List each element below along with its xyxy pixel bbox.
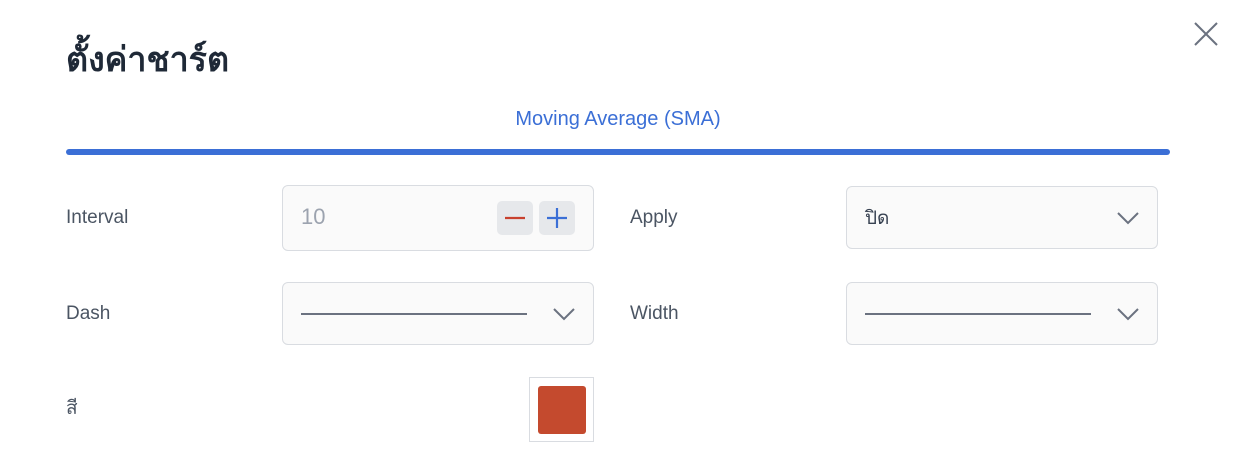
apply-selected-value: ปิด: [865, 207, 890, 229]
tab-moving-average[interactable]: Moving Average (SMA): [66, 105, 1170, 133]
dash-line-preview: [301, 313, 527, 315]
color-label: สี: [66, 398, 78, 419]
dash-label: Dash: [66, 303, 111, 324]
interval-value[interactable]: 10: [301, 203, 325, 231]
width-line-preview: [865, 313, 1091, 315]
tab-active-indicator: [66, 149, 1170, 155]
chevron-down-icon: [1117, 211, 1139, 224]
plus-icon: [547, 208, 567, 228]
increment-button[interactable]: [539, 201, 575, 235]
chevron-down-icon: [1117, 307, 1139, 320]
minus-icon: [505, 216, 525, 220]
color-swatch: [538, 386, 586, 434]
width-select[interactable]: [846, 282, 1158, 345]
color-picker-button[interactable]: [529, 377, 594, 442]
interval-stepper[interactable]: 10: [282, 185, 594, 251]
close-button[interactable]: [1189, 17, 1223, 51]
decrement-button[interactable]: [497, 201, 533, 235]
apply-label: Apply: [630, 207, 678, 228]
apply-select[interactable]: ปิด: [846, 186, 1158, 249]
width-label: Width: [630, 303, 679, 324]
dialog-title: ตั้งค่าชาร์ต: [66, 40, 230, 80]
chart-settings-dialog: ตั้งค่าชาร์ต Moving Average (SMA) Interv…: [0, 0, 1240, 476]
interval-label: Interval: [66, 207, 129, 228]
dash-select[interactable]: [282, 282, 594, 345]
chevron-down-icon: [553, 307, 575, 320]
close-icon: [1194, 22, 1218, 46]
